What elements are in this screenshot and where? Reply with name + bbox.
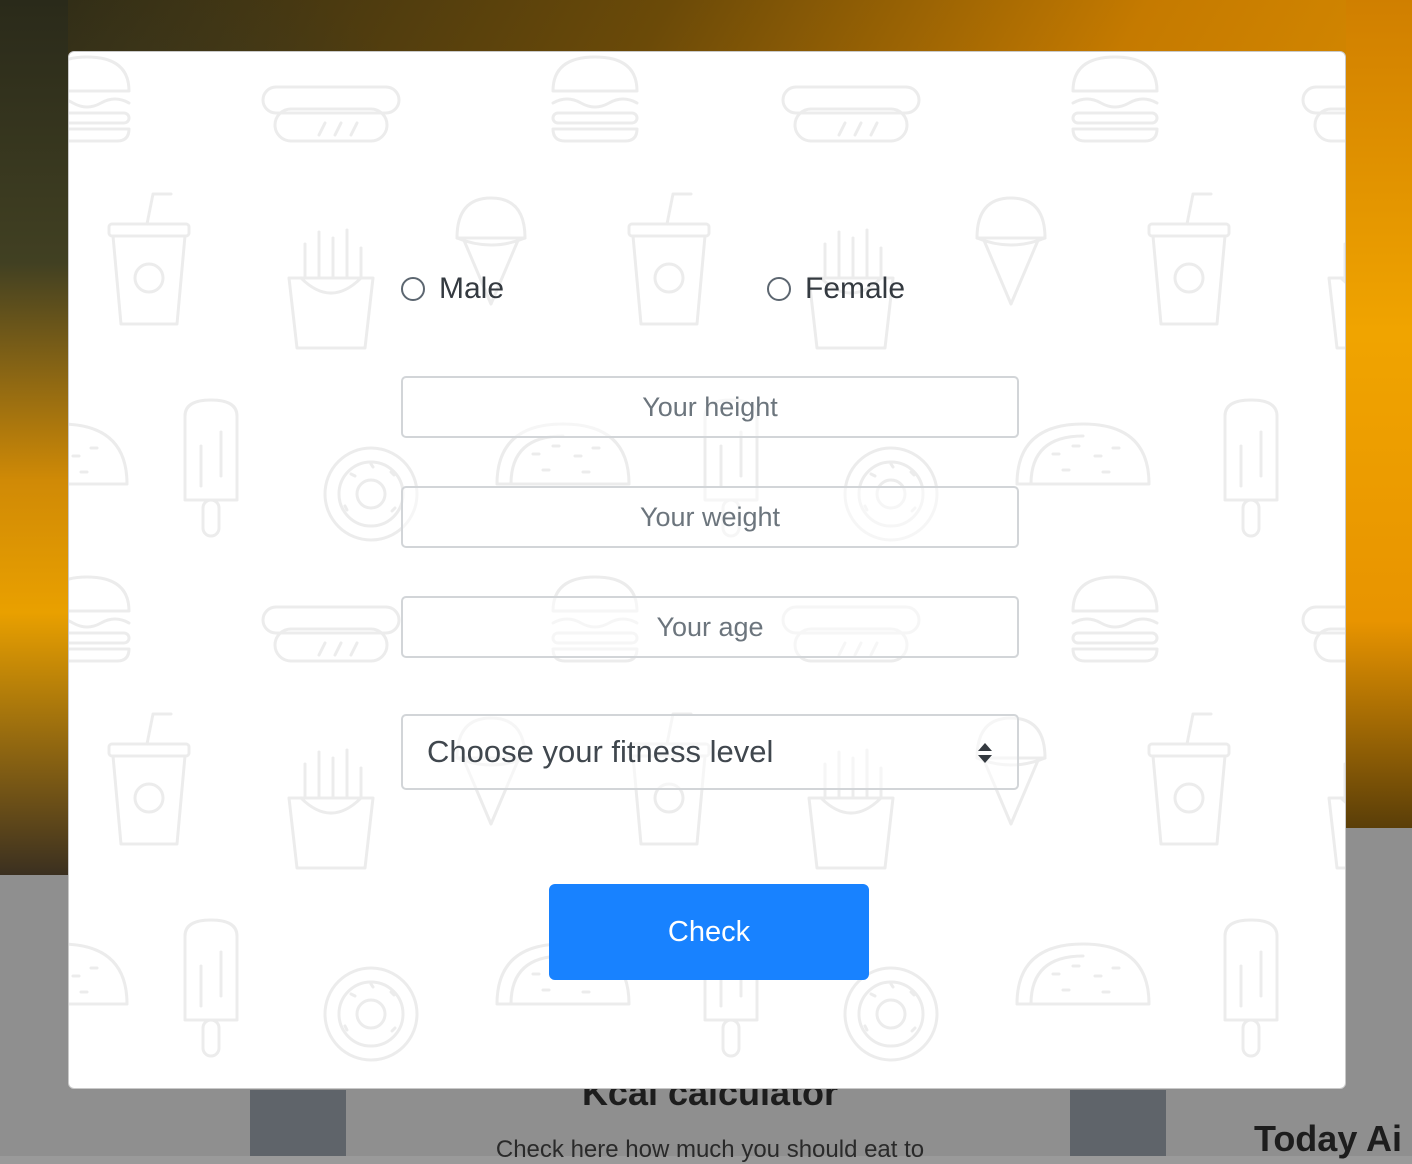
fitness-level-select[interactable]: Choose your fitness level <box>401 714 1019 790</box>
hero-background-edge-right <box>1346 0 1412 828</box>
card-image-left <box>250 1090 346 1156</box>
fitness-level-selected: Choose your fitness level <box>427 734 774 769</box>
select-caret-icon <box>978 743 992 763</box>
hero-background-edge <box>0 0 68 875</box>
height-input[interactable] <box>401 376 1019 438</box>
content-section-background-right <box>1346 828 1412 1156</box>
gender-option-female[interactable]: Female <box>767 272 905 306</box>
gender-option-male[interactable]: Male <box>401 272 504 306</box>
age-input[interactable] <box>401 596 1019 658</box>
weight-input[interactable] <box>401 486 1019 548</box>
card-text: Check here how much you should eat to <box>495 1136 925 1163</box>
male-label[interactable]: Male <box>439 272 504 306</box>
card-image-right <box>1070 1090 1166 1156</box>
calculator-modal: Male Female Choose your fitness level Ch… <box>68 51 1346 1089</box>
female-label[interactable]: Female <box>805 272 905 306</box>
side-card-title: Today Ai <box>1254 1118 1403 1159</box>
check-button[interactable]: Check <box>549 884 869 980</box>
kcal-form: Male Female Choose your fitness level Ch… <box>69 52 1345 1088</box>
male-radio[interactable] <box>401 277 425 301</box>
female-radio[interactable] <box>767 277 791 301</box>
